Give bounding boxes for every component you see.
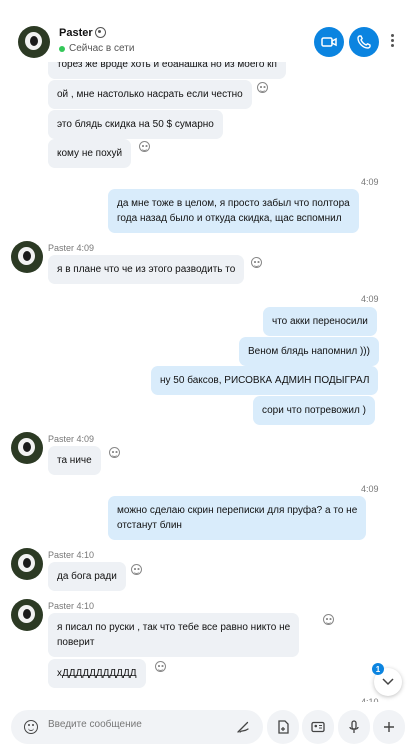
add-reaction-icon[interactable] [109,447,120,458]
contact-status: Сейчас в сети [59,43,134,54]
video-camera-icon [321,37,337,47]
chat-header: Paster Сейчас в сети [0,0,408,62]
message-text: я писал по руски , так что тебе все равн… [57,622,291,633]
pen-icon[interactable] [236,720,250,734]
message-bubble-outgoing[interactable]: Веном блядь напомнил ))) [239,337,379,366]
audio-call-button[interactable] [349,27,379,57]
message-text: да мне тоже в целом, я просто забыл что … [117,198,350,209]
add-reaction-icon[interactable] [323,614,334,625]
message-text: та ниче [57,455,92,466]
sender-avatar[interactable] [11,548,43,580]
contact-status-text: Сейчас в сети [69,43,135,54]
message-timestamp: 4:09 [361,484,379,494]
send-contact-button[interactable] [302,710,334,744]
contact-card-icon [311,721,325,733]
message-bubble-incoming[interactable]: да бога ради [48,562,126,591]
more-options-icon[interactable] [391,34,395,50]
message-text: ну 50 баксов, РИСОВКА АДМИН ПОДЫГРАЛ [160,375,370,386]
emoji-icon[interactable] [24,720,38,734]
add-reaction-icon[interactable] [257,82,268,93]
message-text: я в плане что че из этого разводить то [57,264,236,275]
sender-name-time: Paster 4:09 [48,243,95,253]
sender-avatar[interactable] [11,599,43,631]
add-reaction-icon[interactable] [251,257,262,268]
chevron-down-icon [382,678,394,686]
message-text: отстанут блин [117,520,182,531]
unread-count-badge: 1 [372,663,384,675]
message-input-container [11,710,263,744]
message-composer [0,702,408,750]
sender-name-time: Paster 4:09 [48,434,95,444]
message-bubble-outgoing[interactable]: да мне тоже в целом, я просто забыл что … [108,189,359,233]
message-bubble-outgoing[interactable]: что акки переносили [263,307,377,336]
file-icon [278,720,289,734]
contact-name[interactable]: Paster [59,27,93,39]
gear-icon[interactable] [95,27,106,38]
message-text: сори что потревожил ) [262,405,366,416]
message-timestamp: 4:09 [361,294,379,304]
message-bubble-incoming[interactable]: хДДДДДДДДДДД [48,659,146,688]
microphone-icon [349,720,359,733]
message-bubble-incoming[interactable]: это блядь скидка на 50 $ сумарно [48,110,223,139]
message-bubble-outgoing[interactable]: сори что потревожил ) [253,396,375,425]
message-bubble-outgoing[interactable]: ну 50 баксов, РИСОВКА АДМИН ПОДЫГРАЛ [151,366,379,395]
message-text: это блядь скидка на 50 $ сумарно [57,119,214,130]
message-text: что акки переносили [272,316,368,327]
message-timestamp: 4:09 [361,177,379,187]
message-text: года назад было и откуда скидка, щас всп… [117,213,342,224]
message-bubble-incoming[interactable]: ой , мне настолько насрать если честно [48,80,252,109]
message-text: можно сделаю скрин переписки для пруфа? … [117,505,358,516]
sender-avatar[interactable] [11,432,43,464]
message-text: Веном блядь напомнил ))) [248,346,370,357]
message-bubble-incoming[interactable]: та ниче [48,446,101,475]
message-text: да бога ради [57,571,117,582]
message-bubble-incoming[interactable]: я в плане что че из этого разводить то [48,255,245,284]
video-call-button[interactable] [314,27,344,57]
message-text: кому не похуй [57,148,123,159]
message-bubble-incoming[interactable]: я писал по руски , так что тебе все равн… [48,613,300,657]
phone-icon [357,35,371,49]
message-bubble-outgoing[interactable]: можно сделаю скрин переписки для пруфа? … [108,496,367,540]
more-actions-button[interactable] [373,710,405,744]
message-text: поверит [57,637,95,648]
sender-name-time: Paster 4:10 [48,550,95,560]
voice-message-button[interactable] [338,710,370,744]
add-reaction-icon[interactable] [155,661,166,672]
message-input[interactable] [48,719,228,730]
add-reaction-icon[interactable] [131,564,142,575]
plus-icon [384,722,394,732]
add-reaction-icon[interactable] [139,141,150,152]
message-bubble-incoming[interactable]: кому не похуй [48,139,132,168]
message-text: хДДДДДДДДДДД [57,668,137,679]
sender-avatar[interactable] [11,241,43,273]
contact-avatar[interactable] [18,26,50,58]
message-text: ой , мне настолько насрать если честно [57,89,243,100]
online-indicator-icon [59,45,65,52]
sender-name-time: Paster 4:10 [48,601,95,611]
send-file-button[interactable] [267,710,299,744]
